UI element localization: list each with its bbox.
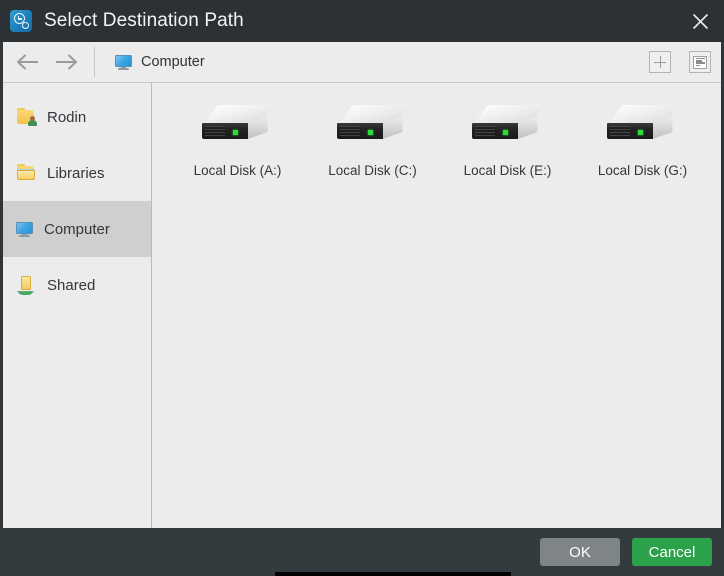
- sidebar-item-label: Libraries: [47, 164, 105, 182]
- sidebar-item-computer[interactable]: Computer: [3, 201, 151, 257]
- window-title: Select Destination Path: [44, 10, 244, 31]
- computer-monitor-icon: [115, 54, 132, 70]
- ok-button[interactable]: OK: [540, 538, 620, 566]
- places-sidebar: Rodin Libraries Computer Shared: [3, 83, 152, 528]
- list-item[interactable]: Local Disk (A:): [170, 95, 305, 190]
- list-view-icon[interactable]: [689, 51, 711, 73]
- list-item[interactable]: Local Disk (G:): [575, 95, 710, 190]
- hard-drive-icon: [471, 99, 544, 153]
- arrow-left-icon[interactable]: [9, 43, 47, 81]
- list-item-label: Local Disk (G:): [597, 163, 688, 178]
- breadcrumb[interactable]: Computer: [115, 42, 205, 82]
- breadcrumb-label: Computer: [141, 54, 205, 70]
- select-destination-path-dialog: Select Destination Path Computer Rodin L…: [0, 0, 724, 576]
- sidebar-item-label: Computer: [44, 220, 110, 238]
- list-item-label: Local Disk (E:): [463, 163, 552, 178]
- user-folder-icon: [16, 108, 37, 126]
- hard-drive-icon: [201, 99, 274, 153]
- bottom-edge-strip: [275, 572, 511, 576]
- dialog-body: Rodin Libraries Computer Shared Local Di…: [3, 83, 721, 528]
- clock-gear-icon: [10, 10, 32, 32]
- navigation-toolbar: Computer: [3, 42, 721, 83]
- close-icon[interactable]: [676, 0, 724, 42]
- sidebar-item-label: Shared: [47, 276, 96, 294]
- sidebar-item-label: Rodin: [47, 108, 87, 126]
- list-item-label: Local Disk (C:): [328, 163, 417, 178]
- shared-folder-icon: [16, 276, 36, 295]
- hard-drive-icon: [336, 99, 409, 153]
- file-list: Local Disk (A:) Local Disk (C:) Local Di…: [152, 83, 721, 528]
- libraries-folder-icon: [16, 164, 36, 182]
- computer-monitor-icon: [16, 221, 33, 237]
- list-item[interactable]: Local Disk (E:): [440, 95, 575, 190]
- plus-icon[interactable]: [649, 51, 671, 73]
- sidebar-item-shared[interactable]: Shared: [3, 257, 151, 313]
- list-item[interactable]: Local Disk (C:): [305, 95, 440, 190]
- list-item-label: Local Disk (A:): [193, 163, 282, 178]
- cancel-button[interactable]: Cancel: [632, 538, 712, 566]
- arrow-right-icon[interactable]: [47, 43, 85, 81]
- toolbar-divider: [94, 47, 95, 77]
- dialog-footer: OK Cancel: [0, 528, 724, 576]
- sidebar-item-rodin[interactable]: Rodin: [3, 89, 151, 145]
- hard-drive-icon: [606, 99, 679, 153]
- sidebar-item-libraries[interactable]: Libraries: [3, 145, 151, 201]
- toolbar-actions: [649, 51, 711, 73]
- title-bar: Select Destination Path: [0, 0, 724, 42]
